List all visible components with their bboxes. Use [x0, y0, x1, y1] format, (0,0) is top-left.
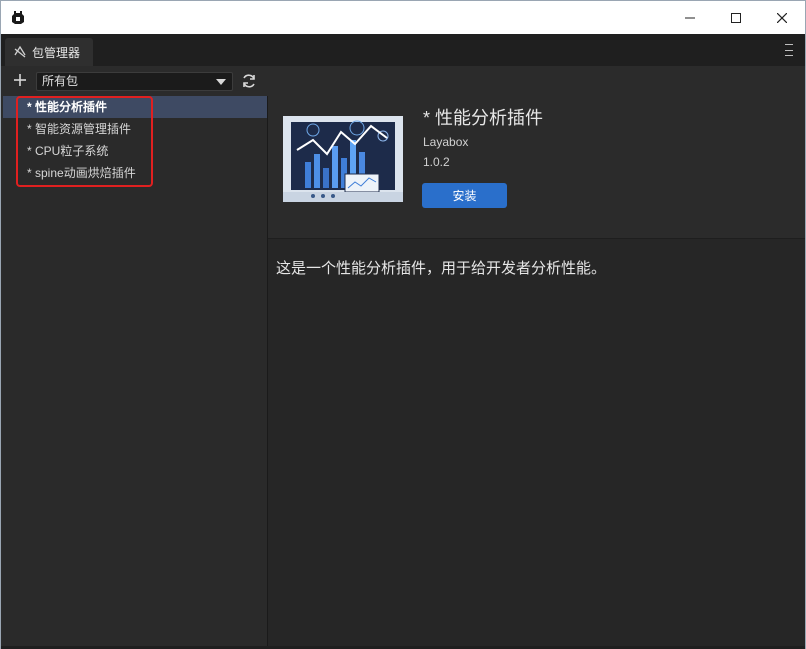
plus-icon[interactable]: [12, 72, 28, 88]
package-list: * 性能分析插件 * 智能资源管理插件 * CPU粒子系统 * spine动画烘…: [3, 96, 267, 646]
package-thumbnail: [283, 116, 403, 202]
install-button[interactable]: 安装: [422, 183, 507, 208]
toolbar: 所有包: [1, 66, 805, 96]
package-manager-window: 包管理器 所有包 * 性能分析插件 * 智能资源管理插件 * CPU粒子系统 *…: [0, 0, 806, 649]
app-logo-icon: [12, 11, 24, 24]
menu-icon[interactable]: [783, 44, 795, 56]
filter-selected-value: 所有包: [42, 74, 79, 88]
chevron-down-icon: [216, 79, 226, 85]
package-version: 1.0.2: [423, 155, 450, 169]
minimize-icon: [685, 17, 695, 18]
package-title: * 性能分析插件: [423, 108, 544, 128]
close-button[interactable]: [759, 1, 805, 34]
close-icon: [777, 12, 787, 23]
analytics-illustration-icon: [283, 116, 403, 202]
maximize-icon: [731, 12, 741, 23]
package-author: Layabox: [423, 135, 469, 149]
package-filter-select[interactable]: 所有包: [36, 72, 233, 91]
annotation-highlight-box: [16, 96, 153, 187]
tab-strip: 包管理器: [1, 34, 805, 66]
title-bar: [1, 1, 805, 34]
package-detail-header: * 性能分析插件 Layabox 1.0.2 安装: [268, 96, 805, 239]
package-icon: [14, 45, 26, 58]
refresh-icon[interactable]: [241, 73, 257, 89]
package-description: 这是一个性能分析插件，用于给开发者分析性能。: [276, 260, 607, 277]
minimize-button[interactable]: [667, 1, 713, 34]
package-description-panel: 这是一个性能分析插件，用于给开发者分析性能。: [268, 239, 805, 646]
maximize-button[interactable]: [713, 1, 759, 34]
tab-label: 包管理器: [32, 45, 81, 60]
tab-package-manager[interactable]: 包管理器: [5, 38, 93, 66]
